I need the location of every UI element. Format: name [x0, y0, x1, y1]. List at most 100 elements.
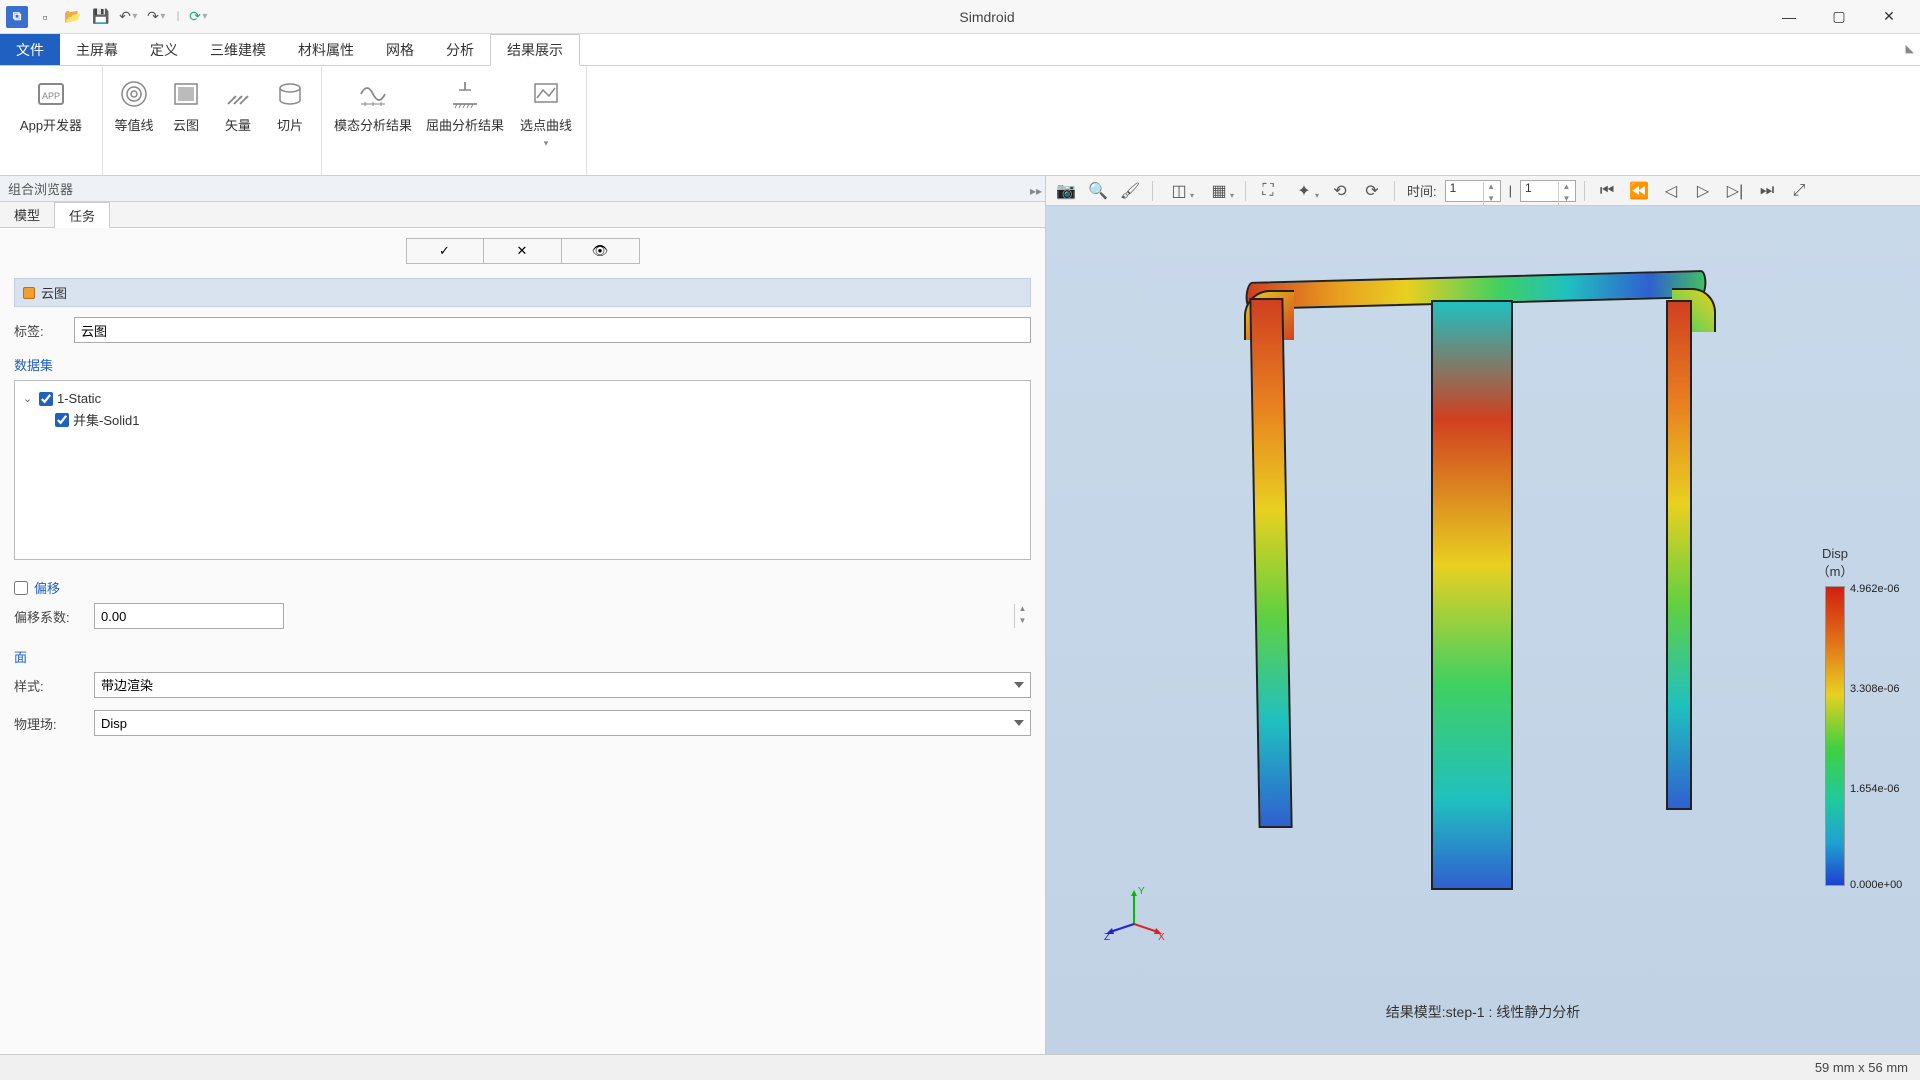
menu-material[interactable]: 材料属性 [282, 34, 370, 65]
fit-view-icon[interactable]: ⛶ [1254, 179, 1282, 203]
ribbon-modal-result[interactable]: 模态分析结果 [332, 72, 414, 169]
offset-checkbox[interactable] [14, 581, 28, 595]
ribbon-cloud[interactable]: 云图 [165, 72, 207, 169]
physics-row: 物理场: Disp [14, 710, 1031, 736]
tree-row-static[interactable]: ⌄ 1-Static [23, 389, 1022, 408]
vector-icon [220, 76, 256, 112]
label-row: 标签: [14, 317, 1031, 343]
menu-home[interactable]: 主屏幕 [60, 34, 134, 65]
app-logo-icon[interactable]: ⧉ [6, 6, 28, 28]
prev-frame-icon[interactable]: ◁ [1657, 179, 1685, 203]
browser-header: 组合浏览器 [0, 176, 1045, 202]
new-file-icon[interactable]: ▫ [34, 6, 56, 28]
status-bar: 59 mm x 56 mm [0, 1054, 1920, 1080]
label-input[interactable] [74, 317, 1031, 343]
first-frame-icon[interactable]: ⏮ [1593, 179, 1621, 203]
close-button[interactable]: ✕ [1864, 0, 1914, 34]
ribbon-slice[interactable]: 切片 [269, 72, 311, 169]
snapshot-icon[interactable]: 📷 [1052, 179, 1080, 203]
zoom-icon[interactable]: 🔍 [1084, 179, 1112, 203]
style-select[interactable]: 带边渲染 [94, 672, 1031, 698]
offset-spinner[interactable]: ▲▼ [1014, 604, 1030, 628]
tab-model[interactable]: 模型 [0, 202, 55, 227]
main-area: 组合浏览器 模型 任务 ✓ ✕ 👁 云图 标签: 数据集 [0, 176, 1920, 1054]
ribbon-app-developer[interactable]: APP App开发器 [10, 72, 92, 169]
menu-define[interactable]: 定义 [134, 34, 194, 65]
cancel-button[interactable]: ✕ [484, 238, 562, 264]
view-cube-icon[interactable]: ◫ [1161, 179, 1197, 203]
tree-expand-icon[interactable]: ⌄ [23, 392, 35, 405]
time-label: 时间: [1407, 181, 1437, 200]
menu-analysis[interactable]: 分析 [430, 34, 490, 65]
offset-coef-row: 偏移系数: ▲▼ [14, 603, 1031, 629]
panel-collapse-icon[interactable]: ▸▸ [1030, 184, 1042, 198]
last-frame-icon[interactable]: ⏭ [1753, 179, 1781, 203]
tree-label: 1-Static [57, 391, 101, 406]
offset-coef-input[interactable] [94, 603, 284, 629]
window-controls: — ▢ ✕ [1764, 0, 1914, 34]
confirm-button[interactable]: ✓ [406, 238, 484, 264]
time-frame-input[interactable]: 1▲▼ [1445, 180, 1501, 202]
ribbon-pick-curve[interactable]: 选点曲线▾ [516, 72, 576, 169]
undo-icon[interactable]: ↶▾ [118, 6, 140, 28]
status-dimensions: 59 mm x 56 mm [1815, 1060, 1908, 1075]
style-row: 样式: 带边渲染 [14, 672, 1031, 698]
axes-icon[interactable]: ✦ [1286, 179, 1322, 203]
legend-unit: （m） [1780, 561, 1890, 580]
time-step-input[interactable]: 1▲▼ [1520, 180, 1576, 202]
svg-text:Y: Y [1138, 886, 1145, 897]
ribbon: APP App开发器 等值线 云图 矢量 切片 模态分析结果 屈曲分析结果 [0, 66, 1920, 176]
offset-coef-label: 偏移系数: [14, 607, 86, 626]
svg-text:Z: Z [1104, 932, 1110, 943]
next-frame-icon[interactable]: ▷| [1721, 179, 1749, 203]
form-area: ✓ ✕ 👁 云图 标签: 数据集 ⌄ 1-Static [0, 228, 1045, 1054]
section-header: 云图 [14, 278, 1031, 307]
tree-row-solid[interactable]: 并集-Solid1 [23, 408, 1022, 431]
redo-icon[interactable]: ↷▾ [146, 6, 168, 28]
highlight-icon[interactable]: 🖌 [1116, 179, 1144, 203]
legend-tick: 3.308e-06 [1850, 683, 1900, 695]
preview-button[interactable]: 👁 [562, 238, 640, 264]
viewport-panel: ▸▸ 📷 🔍 🖌 ◫ ▦ ⛶ ✦ ⟲ ⟳ 时间: 1▲▼ | 1▲▼ ⏮ ⏪ ◁… [1046, 176, 1920, 1054]
tree-check-solid[interactable] [55, 413, 69, 427]
time-sep: | [1509, 183, 1512, 198]
label-label: 标签: [14, 321, 66, 340]
minimize-button[interactable]: — [1764, 0, 1814, 34]
rotate-ccw-icon[interactable]: ⟲ [1326, 179, 1354, 203]
refresh-icon[interactable]: ⟳▾ [188, 6, 210, 28]
legend-tick: 1.654e-06 [1850, 783, 1900, 795]
ribbon-contour-line[interactable]: 等值线 [113, 72, 155, 169]
play-icon[interactable]: ▷ [1689, 179, 1717, 203]
style-label: 样式: [14, 676, 86, 695]
prev-keyframe-icon[interactable]: ⏪ [1625, 179, 1653, 203]
render-mode-icon[interactable]: ▦ [1201, 179, 1237, 203]
viewport-toolbar: 📷 🔍 🖌 ◫ ▦ ⛶ ✦ ⟲ ⟳ 时间: 1▲▼ | 1▲▼ ⏮ ⏪ ◁ ▷ … [1046, 176, 1920, 206]
open-file-icon[interactable]: 📂 [62, 6, 84, 28]
ribbon-buckling-result[interactable]: 屈曲分析结果 [424, 72, 506, 169]
tree-check-static[interactable] [39, 392, 53, 406]
left-panel: 组合浏览器 模型 任务 ✓ ✕ 👁 云图 标签: 数据集 [0, 176, 1046, 1054]
physics-select[interactable]: Disp [94, 710, 1031, 736]
menu-3dmodel[interactable]: 三维建模 [194, 34, 282, 65]
ribbon-collapse-icon[interactable]: ◣ [1906, 42, 1914, 55]
tab-task[interactable]: 任务 [55, 202, 110, 228]
menu-file[interactable]: 文件 [0, 34, 60, 65]
viewport-3d[interactable]: Y X Z 结果模型:step-1 : 线性静力分析 Disp （m） 4.96… [1046, 206, 1920, 1054]
save-file-icon[interactable]: 💾 [90, 6, 112, 28]
fe-model-render [1246, 276, 1726, 896]
svg-text:X: X [1158, 932, 1165, 943]
maximize-button[interactable]: ▢ [1814, 0, 1864, 34]
section-icon [23, 287, 35, 299]
menu-mesh[interactable]: 网格 [370, 34, 430, 65]
surface-group: 面 样式: 带边渲染 物理场: Disp [14, 647, 1031, 736]
orientation-triad: Y X Z [1104, 884, 1164, 944]
app-dev-icon: APP [33, 76, 69, 112]
quick-access-toolbar: ⧉ ▫ 📂 💾 ↶▾ ↷▾ | ⟳▾ [6, 6, 210, 28]
dataset-tree[interactable]: ⌄ 1-Static 并集-Solid1 [14, 380, 1031, 560]
expand-icon[interactable]: ⤢ [1785, 179, 1813, 203]
legend-tick: 4.962e-06 [1850, 583, 1900, 595]
menu-results[interactable]: 结果展示 [490, 34, 580, 66]
ribbon-vector[interactable]: 矢量 [217, 72, 259, 169]
rotate-cw-icon[interactable]: ⟳ [1358, 179, 1386, 203]
svg-text:APP: APP [42, 91, 60, 101]
